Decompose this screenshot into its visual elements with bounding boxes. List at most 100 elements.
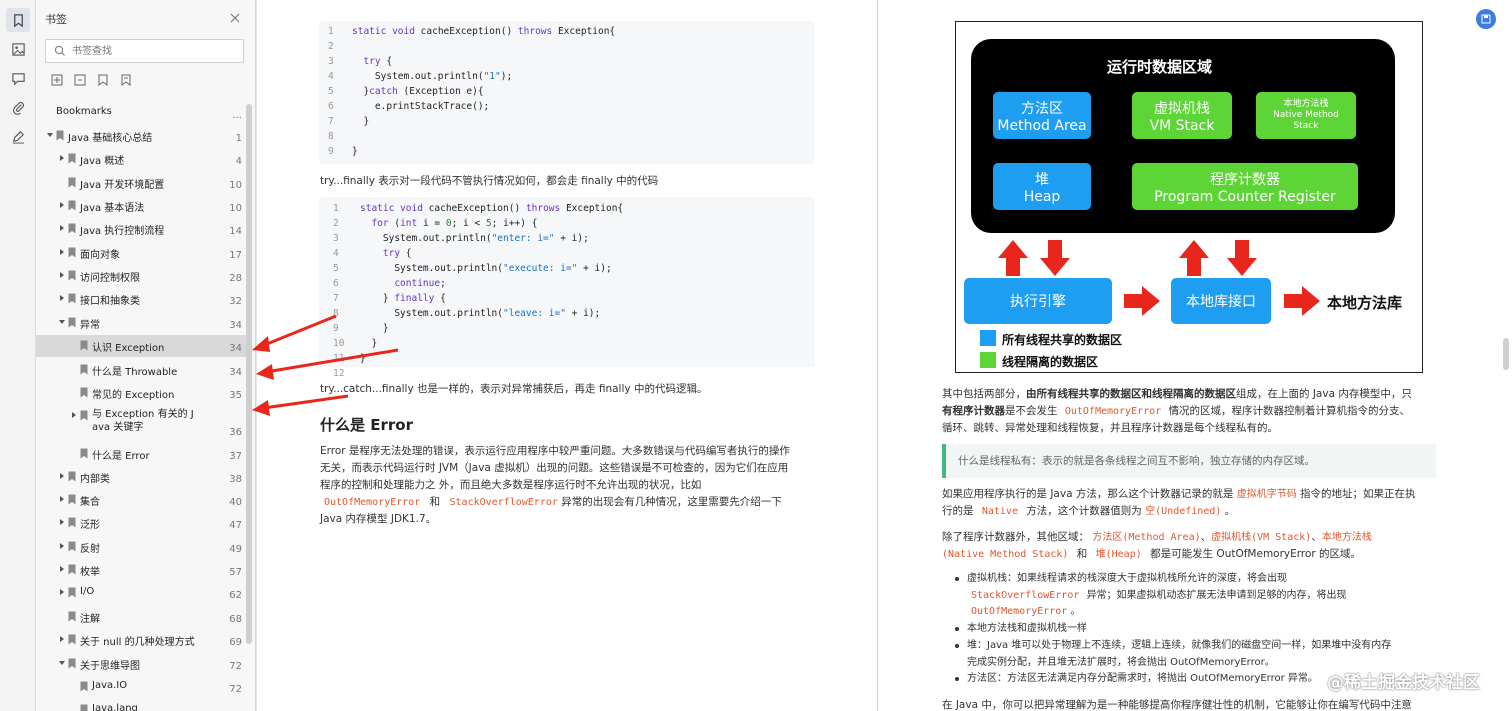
- bookmark-item[interactable]: 枚举 57: [36, 559, 248, 581]
- bookmark-item[interactable]: 异常 34: [36, 312, 248, 334]
- bookmark-item[interactable]: 什么是 Error 37: [36, 443, 248, 465]
- code-line: System.out.println("execute: i=" + i);: [360, 263, 612, 274]
- floating-action-button[interactable]: [1476, 9, 1496, 29]
- error-line-1: Error 是程序无法处理的错误，表示运行应用程序中较严重问题。大多数错误与代码…: [320, 445, 790, 457]
- bookmark-icon: [68, 564, 76, 575]
- bookmark-item[interactable]: 与 Exception 有关的 Java 关键字 36: [36, 405, 248, 441]
- paperclip-icon: [12, 101, 24, 115]
- thumbnails-button[interactable]: [6, 37, 30, 61]
- collapsed-triangle-icon[interactable]: [58, 472, 66, 480]
- attachments-button[interactable]: [6, 95, 30, 119]
- bookmark-item[interactable]: 接口和抽象类 32: [36, 288, 248, 310]
- bookmark-label: 认识 Exception: [92, 343, 165, 354]
- bookmark-page-number: 4: [235, 156, 242, 167]
- bookmark-item[interactable]: 常见的 Exception 35: [36, 382, 248, 404]
- expanded-triangle-icon[interactable]: [58, 659, 66, 667]
- bookmark-item[interactable]: 关于思维导图 72: [36, 653, 248, 675]
- add-sub-bookmark-icon[interactable]: [73, 73, 87, 87]
- right-p1-line-2: 有程序计数器是不会发生 OutOfMemoryError 情况的区域，程序计数器…: [942, 403, 1442, 420]
- collapsed-triangle-icon[interactable]: [58, 542, 66, 550]
- collapsed-triangle-icon[interactable]: [58, 271, 66, 279]
- collapsed-triangle-icon[interactable]: [58, 588, 66, 596]
- bookmark-item[interactable]: 关于 null 的几种处理方式 69: [36, 629, 248, 651]
- bookmark-item[interactable]: Java 基础核心总结 1: [36, 125, 248, 147]
- bookmark-panel: 书签 Bookmarks...Java 基础核心总结1Java 概述4Java …: [36, 0, 256, 711]
- error-line-5: Java 内存模型 JDK1.7。: [320, 513, 437, 525]
- bookmark-page-number: 1: [235, 133, 242, 144]
- collapsed-triangle-icon[interactable]: [58, 294, 66, 302]
- bookmark-page-number: 37: [229, 451, 242, 462]
- code-line: }catch (Exception e){: [352, 86, 484, 97]
- bookmark-page-number: 34: [229, 320, 242, 331]
- collapsed-triangle-icon[interactable]: [58, 201, 66, 209]
- bookmark-page-number: 35: [229, 390, 242, 401]
- bookmark-outline-icon[interactable]: [119, 73, 133, 87]
- bookmark-page-number: 34: [229, 343, 242, 354]
- p3-b: 都是可能发生 OutOfMemoryError 的区域。: [1150, 548, 1362, 560]
- bookmark-item[interactable]: Bookmarks...: [36, 102, 248, 124]
- native-interface-box: 本地库接口: [1171, 278, 1271, 324]
- code-line-number: 6: [328, 101, 334, 112]
- bookmark-label: 关于 null 的几种处理方式: [80, 637, 195, 648]
- code-line: static void cacheException() throws Exce…: [352, 26, 616, 37]
- bookmark-panel-button[interactable]: [6, 8, 30, 32]
- bookmark-item[interactable]: 反射 49: [36, 536, 248, 558]
- bookmark-page-number: 32: [229, 296, 242, 307]
- bookmark-item[interactable]: Java 基本语法 10: [36, 195, 248, 217]
- collapsed-triangle-icon[interactable]: [58, 635, 66, 643]
- bookmark-item[interactable]: 访问控制权限 28: [36, 265, 248, 287]
- collapsed-triangle-icon[interactable]: [58, 565, 66, 573]
- bookmark-search-box[interactable]: [45, 39, 244, 63]
- bookmark-page-number: 28: [229, 273, 242, 284]
- bookmark-item[interactable]: Java 执行控制流程 14: [36, 218, 248, 240]
- right-p3-line-2: (Native Method Stack) 和 堆(Heap) 都是可能发生 O…: [942, 546, 1442, 563]
- expanded-triangle-icon[interactable]: [58, 318, 66, 326]
- red-arrow-1: [252, 314, 337, 352]
- expanded-triangle-icon[interactable]: [46, 131, 54, 139]
- bullet-dot: [955, 577, 959, 581]
- p2-e: 。: [1224, 505, 1236, 517]
- bookmark-item[interactable]: Java 概述 4: [36, 148, 248, 170]
- comment-icon: [11, 72, 25, 85]
- collapsed-triangle-icon[interactable]: [70, 411, 78, 419]
- bookmark-page-number: 10: [229, 180, 242, 191]
- bookmark-item[interactable]: Java.IO 72: [36, 676, 248, 698]
- collapsed-triangle-icon[interactable]: [58, 224, 66, 232]
- comments-button[interactable]: [6, 66, 30, 90]
- collapsed-triangle-icon[interactable]: [58, 495, 66, 503]
- code-line-number: 2: [328, 41, 334, 52]
- bookmark-item[interactable]: 什么是 Throwable 34: [36, 359, 248, 381]
- bookmark-item[interactable]: I/O 62: [36, 582, 248, 604]
- bookmark-flag-icon[interactable]: [96, 73, 110, 87]
- bookmark-icon: [68, 587, 76, 598]
- bookmark-icon: [68, 177, 76, 188]
- bookmark-label: Java.lang: [92, 703, 138, 711]
- code-line-number: 5: [328, 86, 334, 97]
- bookmark-item[interactable]: Java 开发环境配置 10: [36, 172, 248, 194]
- signature-button[interactable]: [6, 124, 30, 148]
- close-icon[interactable]: [228, 11, 242, 25]
- bookmark-item[interactable]: 注解 68: [36, 606, 248, 628]
- bookmark-item[interactable]: 面向对象 17: [36, 242, 248, 264]
- bookmark-icon: [68, 517, 76, 528]
- right-p1-line-1: 其中包括两部分，由所有线程共享的数据区和线程隔离的数据区组成，在上面的 Java…: [942, 386, 1442, 403]
- document-scrollbar[interactable]: [1503, 338, 1509, 370]
- code-line: continue;: [394, 278, 446, 289]
- bookmark-item[interactable]: 泛形 47: [36, 512, 248, 534]
- bookmark-item[interactable]: 集合 40: [36, 489, 248, 511]
- bookmark-item[interactable]: 内部类 38: [36, 466, 248, 488]
- bookmark-icon: [68, 200, 76, 211]
- p3-and: 和: [1076, 548, 1088, 560]
- code-line-number: 3: [333, 233, 339, 244]
- add-bookmark-icon[interactable]: [50, 73, 64, 87]
- collapsed-triangle-icon[interactable]: [58, 518, 66, 526]
- collapsed-triangle-icon[interactable]: [58, 248, 66, 256]
- p2-c1: 虚拟机字节码: [1236, 489, 1297, 500]
- bookmark-item[interactable]: Java.lang: [36, 699, 248, 711]
- bookmark-icon: [80, 340, 88, 351]
- collapsed-triangle-icon[interactable]: [58, 154, 66, 162]
- p3-s2: 、: [1311, 531, 1322, 543]
- b1-code-2: OutOfMemoryError: [971, 606, 1068, 617]
- bookmark-item[interactable]: 认识 Exception 34: [36, 335, 248, 357]
- bookmark-search-input[interactable]: [72, 42, 238, 60]
